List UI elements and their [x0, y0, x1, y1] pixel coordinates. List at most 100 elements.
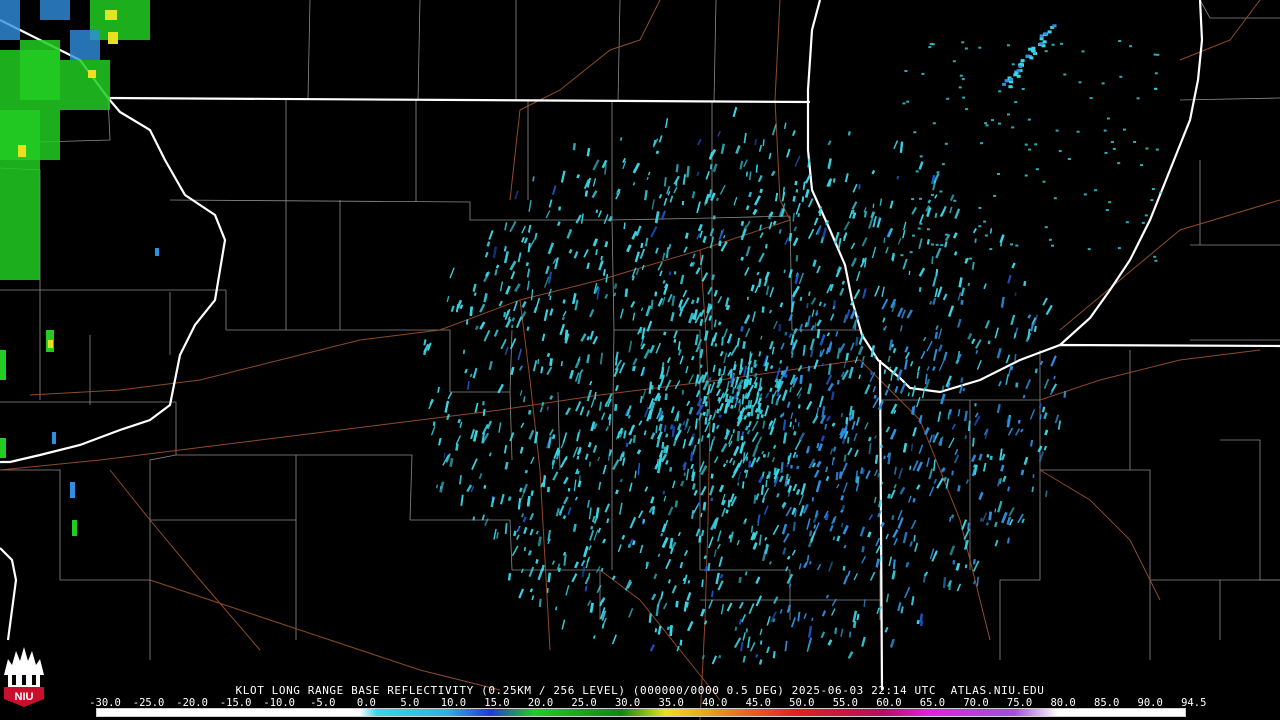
echo-streak — [806, 303, 809, 309]
echo-streak — [753, 359, 757, 368]
echo-streak — [851, 410, 855, 420]
echo-speck — [911, 198, 915, 201]
echo-streak — [847, 131, 851, 136]
echo-speck — [1089, 97, 1093, 100]
echo-streak — [483, 485, 487, 489]
echo-streak — [663, 446, 667, 454]
echo-streak — [728, 395, 732, 403]
echo-streak — [549, 358, 553, 366]
echo-streak — [912, 497, 916, 503]
echo-speck — [984, 234, 988, 237]
echo-streak — [708, 189, 712, 198]
echo-streak — [644, 190, 648, 201]
echo-streak — [555, 606, 558, 611]
echo-streak — [718, 240, 722, 247]
echo-streak — [623, 222, 626, 229]
echo-speck — [965, 108, 969, 111]
storm-core — [105, 10, 117, 20]
echo-streak — [482, 408, 486, 416]
echo-streak — [813, 524, 817, 529]
echo-speck — [1008, 85, 1013, 89]
echo-streak — [973, 559, 976, 565]
echo-speck — [906, 100, 910, 103]
echo-speck — [932, 122, 936, 125]
echo-streak — [1053, 375, 1056, 380]
echo-streak — [767, 471, 772, 479]
product-title: KLOT LONG RANGE BASE REFLECTIVITY (0.25K… — [235, 684, 1045, 697]
echo-speck — [1112, 147, 1116, 150]
echo-streak — [769, 561, 772, 565]
echo-streak — [1033, 325, 1037, 332]
echo-streak — [913, 535, 916, 542]
echo-streak — [758, 659, 763, 665]
echo-speck — [919, 222, 923, 225]
echo-streak — [546, 486, 550, 493]
echo-speck — [946, 97, 950, 100]
echo-streak — [854, 322, 857, 331]
storm-core — [88, 70, 96, 78]
echo-streak — [472, 516, 475, 521]
echo-streak — [766, 474, 770, 480]
echo-streak — [594, 391, 597, 400]
echo-speck — [1016, 74, 1021, 78]
echo-streak — [834, 627, 838, 635]
echo-streak — [646, 176, 649, 181]
echo-streak — [769, 211, 774, 217]
echo-speck — [1039, 42, 1044, 46]
echo-speck — [931, 243, 934, 246]
echo-streak — [710, 590, 714, 598]
echo-speck — [952, 60, 956, 63]
echo-streak — [765, 479, 768, 488]
echo-speck — [961, 41, 965, 44]
echo-streak — [759, 409, 763, 415]
echo-streak — [972, 437, 975, 447]
echo-streak — [941, 385, 945, 392]
echo-streak — [1022, 394, 1026, 399]
echo-speck — [1028, 148, 1032, 151]
echo-speck — [1027, 118, 1031, 121]
echo-streak — [883, 369, 886, 374]
echo-streak — [1013, 332, 1017, 338]
echo-streak — [681, 389, 685, 395]
echo-speck — [1058, 150, 1062, 153]
echo-streak — [931, 256, 934, 265]
echo-streak — [786, 478, 791, 485]
echo-speck — [1007, 113, 1010, 116]
echo-streak — [639, 395, 643, 404]
echo-streak — [542, 475, 546, 488]
echo-streak — [1006, 418, 1011, 428]
echo-streak — [1009, 365, 1014, 371]
echo-streak — [686, 602, 689, 608]
echo-streak — [736, 430, 741, 442]
echo-streak — [648, 381, 652, 394]
echo-streak — [739, 358, 743, 370]
echo-streak — [747, 411, 751, 417]
echo-streak — [708, 315, 712, 321]
storm-cell — [52, 432, 56, 444]
echo-streak — [790, 353, 794, 358]
echo-streak — [793, 430, 797, 436]
echo-speck — [1087, 248, 1091, 251]
echo-streak — [754, 382, 758, 389]
echo-streak — [824, 423, 828, 430]
echo-streak — [696, 297, 700, 304]
echo-streak — [551, 434, 556, 440]
echo-streak — [587, 442, 592, 448]
echo-streak — [801, 196, 805, 202]
echo-streak — [614, 403, 618, 411]
reflectivity-colorbar — [96, 708, 1186, 717]
echo-streak — [758, 351, 762, 357]
echo-streak — [944, 241, 948, 248]
echo-streak — [843, 544, 847, 549]
echo-streak — [486, 241, 491, 247]
echo-streak — [918, 287, 922, 292]
echo-streak — [703, 555, 707, 560]
echo-streak — [835, 471, 839, 481]
echo-speck — [993, 194, 997, 197]
echo-streak — [700, 529, 705, 537]
echo-streak — [729, 368, 733, 379]
echo-streak — [504, 523, 508, 534]
echo-streak — [856, 613, 860, 621]
echo-streak — [632, 434, 637, 443]
echo-streak — [841, 280, 845, 285]
